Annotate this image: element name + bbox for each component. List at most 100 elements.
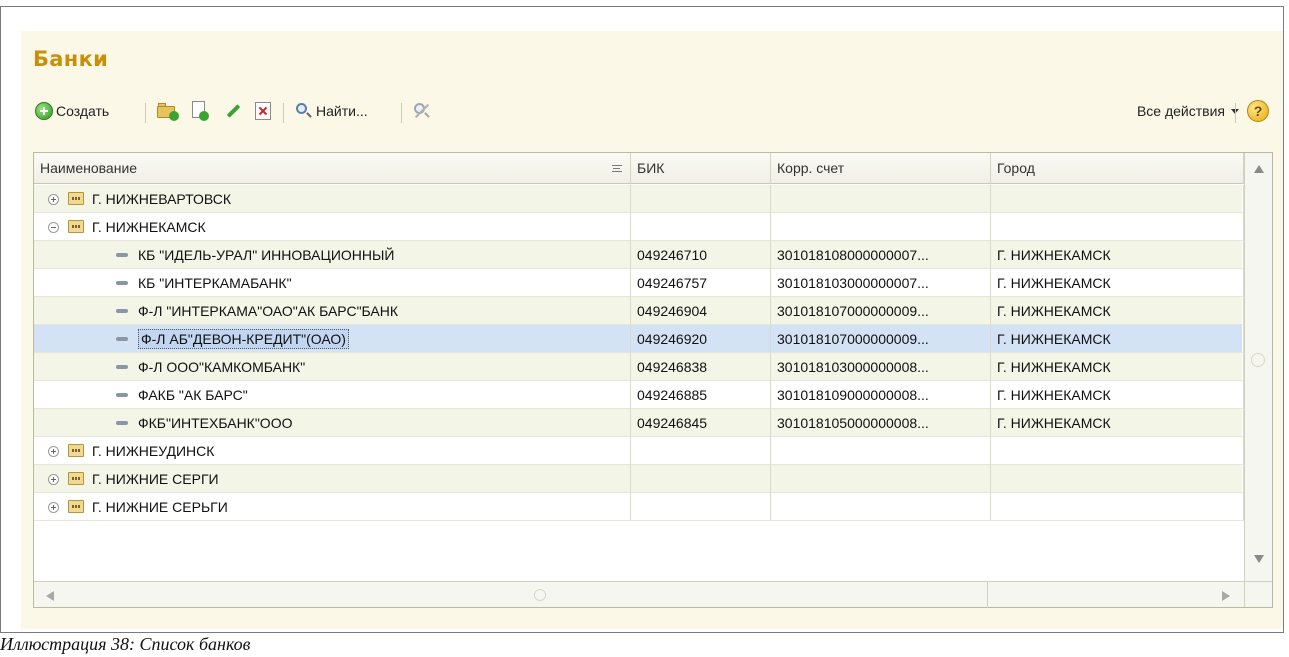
toolbar: Создать Найти... Все действия ? xyxy=(33,97,1273,127)
find-label: Найти... xyxy=(316,103,368,119)
group-folder-icon xyxy=(68,472,84,485)
scroll-left-icon[interactable] xyxy=(46,591,54,601)
expand-icon[interactable] xyxy=(48,446,59,457)
banks-form: Банки Создать Найти... Все действия ? На… xyxy=(21,31,1283,629)
folder-plus-icon xyxy=(157,103,179,121)
row-name-text: Г. НИЖНЕУДИНСК xyxy=(92,443,215,459)
group-folder-icon xyxy=(68,444,84,457)
table-row[interactable]: Ф-Л "ИНТЕРКАМА"ОАО"АК БАРС"БАНК 049246904… xyxy=(34,297,1244,325)
group-folder-icon xyxy=(68,192,84,205)
all-actions-menu[interactable]: Все действия xyxy=(1137,97,1239,125)
scroll-thumb[interactable] xyxy=(1251,353,1265,367)
cell-account xyxy=(771,493,991,521)
scroll-right-icon[interactable] xyxy=(1222,591,1230,601)
row-name-text: КБ "ИНТЕРКАМАБАНК" xyxy=(138,275,292,291)
item-dash-icon xyxy=(116,421,128,425)
item-dash-icon xyxy=(116,309,128,313)
cell-city xyxy=(991,493,1244,521)
cell-bik: 049246710 xyxy=(631,241,771,269)
cell-account: 301018105000000008... xyxy=(771,409,991,437)
cell-name: Г. НИЖНИЕ СЕРЬГИ xyxy=(34,493,631,521)
toolbar-separator xyxy=(401,103,402,123)
cell-bik xyxy=(631,437,771,465)
form-title: Банки xyxy=(33,47,109,71)
magnifier-icon xyxy=(295,102,313,120)
magnifier-cancel-icon xyxy=(413,102,431,120)
delete-button[interactable] xyxy=(255,97,271,125)
cell-account: 301018103000000007... xyxy=(771,269,991,297)
green-plus-circle-icon xyxy=(35,102,53,120)
cell-bik: 049246757 xyxy=(631,269,771,297)
item-dash-icon xyxy=(116,393,128,397)
scroll-down-icon[interactable] xyxy=(1254,555,1264,563)
cell-city xyxy=(991,213,1244,241)
table-row-group[interactable]: Г. НИЖНЕВАРТОВСК xyxy=(34,185,1244,213)
cell-account xyxy=(771,185,991,213)
column-header-name[interactable]: Наименование xyxy=(34,153,631,184)
cell-bik: 049246904 xyxy=(631,297,771,325)
cell-account xyxy=(771,465,991,493)
find-button[interactable]: Найти... xyxy=(295,97,368,125)
item-dash-icon xyxy=(116,337,128,341)
banks-table[interactable]: Наименование БИК Корр. счет Город Г. НИЖ… xyxy=(33,152,1273,608)
row-name-text: Г. НИЖНЕКАМСК xyxy=(92,219,206,235)
cancel-find-button[interactable] xyxy=(413,97,434,125)
cell-name: Ф-Л АБ"ДЕВОН-КРЕДИТ"(ОАО) xyxy=(34,325,631,353)
column-header-account[interactable]: Корр. счет xyxy=(771,153,991,184)
copy-button[interactable] xyxy=(191,97,209,125)
cell-city: Г. НИЖНЕКАМСК xyxy=(991,241,1244,269)
row-name-text: ФКБ"ИНТЕХБАНК"ООО xyxy=(138,415,293,431)
cell-city: Г. НИЖНЕКАМСК xyxy=(991,325,1244,353)
cell-city: Г. НИЖНЕКАМСК xyxy=(991,269,1244,297)
table-row[interactable]: КБ "ИНТЕРКАМАБАНК" 049246757 3010181030000… xyxy=(34,269,1244,297)
table-row-group[interactable]: Г. НИЖНЕУДИНСК xyxy=(34,437,1244,465)
row-name-text: ФАКБ "АК БАРС" xyxy=(138,387,248,403)
add-group-button[interactable] xyxy=(157,97,179,125)
expand-icon[interactable] xyxy=(48,194,59,205)
table-row[interactable]: Ф-Л ООО"КАМКОМБАНК" 049246838 301018103000… xyxy=(34,353,1244,381)
help-icon[interactable]: ? xyxy=(1247,100,1269,122)
collapse-icon[interactable] xyxy=(48,222,59,233)
cell-name: КБ "ИДЕЛЬ-УРАЛ" ИННОВАЦИОННЫЙ xyxy=(34,241,631,269)
expand-icon[interactable] xyxy=(48,474,59,485)
scroll-thumb-horizontal[interactable] xyxy=(534,589,546,601)
cell-account xyxy=(771,437,991,465)
document-plus-icon xyxy=(191,101,209,121)
cell-name: Г. НИЖНЕУДИНСК xyxy=(34,437,631,465)
expand-icon[interactable] xyxy=(48,502,59,513)
row-name-text: Ф-Л ООО"КАМКОМБАНК" xyxy=(138,359,306,375)
cell-name: Г. НИЖНЕКАМСК xyxy=(34,213,631,241)
cell-name: Ф-Л ООО"КАМКОМБАНК" xyxy=(34,353,631,381)
table-row-group[interactable]: Г. НИЖНЕКАМСК xyxy=(34,213,1244,241)
cell-bik: 049246920 xyxy=(631,325,771,353)
table-row-group[interactable]: Г. НИЖНИЕ СЕРГИ xyxy=(34,465,1244,493)
row-name-text: Г. НИЖНИЕ СЕРЬГИ xyxy=(92,499,228,515)
cell-city: Г. НИЖНЕКАМСК xyxy=(991,297,1244,325)
edit-button[interactable] xyxy=(223,97,241,125)
row-name-text: КБ "ИДЕЛЬ-УРАЛ" ИННОВАЦИОННЫЙ xyxy=(138,247,395,263)
table-row-group[interactable]: Г. НИЖНИЕ СЕРЬГИ xyxy=(34,493,1244,521)
group-folder-icon xyxy=(68,220,84,233)
cell-account: 301018103000000008... xyxy=(771,353,991,381)
cell-name: Ф-Л "ИНТЕРКАМА"ОАО"АК БАРС"БАНК xyxy=(34,297,631,325)
table-row[interactable]: КБ "ИДЕЛЬ-УРАЛ" ИННОВАЦИОННЫЙ 049246710 30… xyxy=(34,241,1244,269)
table-row[interactable]: ФКБ"ИНТЕХБАНК"ООО 049246845 30101810500000… xyxy=(34,409,1244,437)
scroll-up-icon[interactable] xyxy=(1254,165,1264,173)
row-name-text: Г. НИЖНИЕ СЕРГИ xyxy=(92,471,219,487)
cell-name: Г. НИЖНЕВАРТОВСК xyxy=(34,185,631,213)
horizontal-scrollbar[interactable] xyxy=(34,581,1244,608)
sort-ascending-icon xyxy=(612,165,622,173)
column-header-bik[interactable]: БИК xyxy=(631,153,771,184)
table-row[interactable]: Ф-Л АБ"ДЕВОН-КРЕДИТ"(ОАО) 049246920 301018… xyxy=(34,325,1244,353)
column-header-city[interactable]: Город xyxy=(991,153,1244,184)
cell-city: Г. НИЖНЕКАМСК xyxy=(991,381,1244,409)
toolbar-separator xyxy=(283,103,284,123)
cell-account: 301018107000000009... xyxy=(771,325,991,353)
item-dash-icon xyxy=(116,365,128,369)
vertical-scrollbar[interactable] xyxy=(1244,153,1272,607)
table-row[interactable]: ФАКБ "АК БАРС" 049246885 30101810900000000… xyxy=(34,381,1244,409)
cell-name: Г. НИЖНИЕ СЕРГИ xyxy=(34,465,631,493)
screenshot-frame: Банки Создать Найти... Все действия ? На… xyxy=(0,6,1284,633)
create-button[interactable]: Создать xyxy=(35,97,109,125)
scroll-corner xyxy=(1244,581,1272,607)
